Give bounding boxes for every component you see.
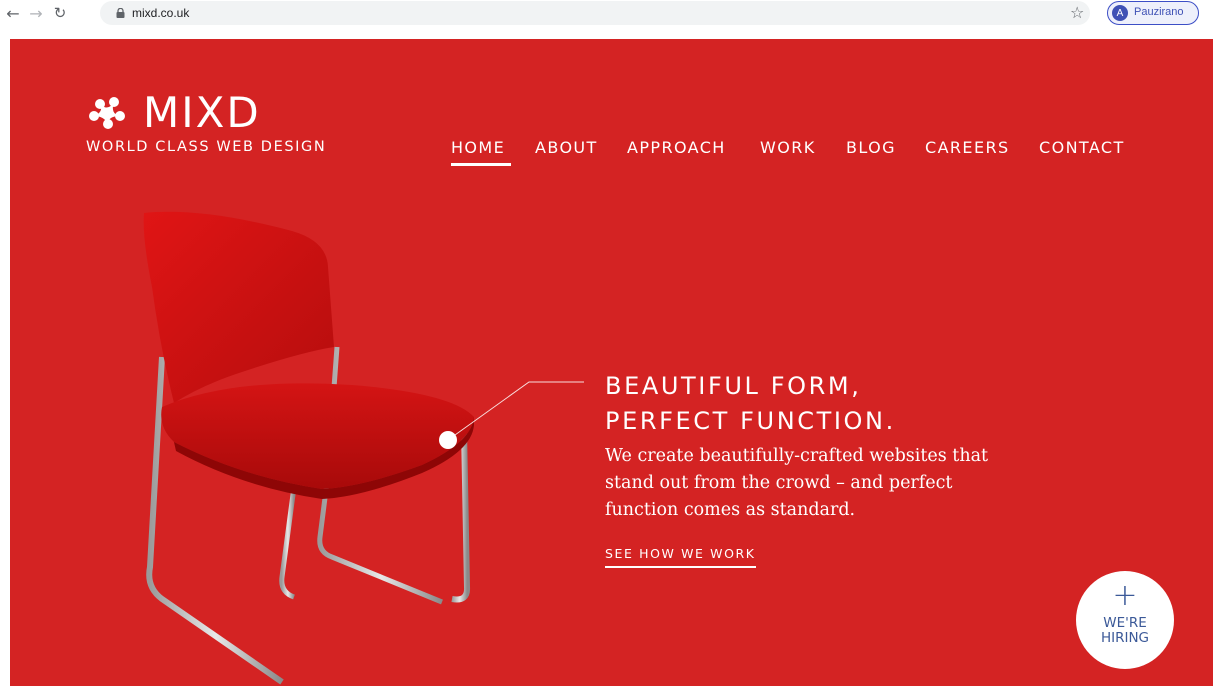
logo-tagline: WORLD CLASS WEB DESIGN: [86, 139, 327, 155]
active-nav-indicator: [451, 163, 511, 166]
forward-arrow-icon[interactable]: →: [26, 3, 46, 23]
nav-blog[interactable]: BLOG: [846, 138, 896, 157]
address-bar[interactable]: mixd.co.uk: [100, 1, 1090, 25]
bookmark-star-icon[interactable]: ☆: [1070, 3, 1084, 22]
avatar: A: [1112, 5, 1128, 21]
hiring-badge[interactable]: + WE'RE HIRING: [1076, 571, 1174, 669]
lock-icon: [116, 8, 125, 18]
nav-careers[interactable]: CAREERS: [925, 138, 1010, 157]
nav-work[interactable]: WORK: [760, 138, 816, 157]
plus-icon: +: [1112, 578, 1138, 613]
back-arrow-icon[interactable]: ←: [3, 3, 23, 23]
logo-text: MIXD: [143, 88, 261, 137]
profile-button[interactable]: A Pauzirano: [1107, 1, 1199, 25]
hiring-line-2: HIRING: [1100, 630, 1150, 646]
hero-heading: BEAUTIFUL FORM, PERFECT FUNCTION.: [605, 369, 896, 439]
hero-section: MIXD WORLD CLASS WEB DESIGN HOME ABOUT A…: [10, 39, 1213, 686]
nav-contact[interactable]: CONTACT: [1039, 138, 1125, 157]
nav-home[interactable]: HOME: [451, 138, 505, 157]
url-text: mixd.co.uk: [132, 6, 190, 20]
hiring-text: WE'RE HIRING: [1076, 616, 1174, 646]
browser-toolbar: ← → ↻ mixd.co.uk ☆ A Pauzirano: [0, 0, 1213, 26]
profile-name: Pauzirano: [1134, 6, 1184, 18]
hero-heading-line-1: BEAUTIFUL FORM,: [605, 372, 862, 400]
nav-about[interactable]: ABOUT: [535, 138, 598, 157]
chair-image: [143, 211, 474, 685]
see-how-we-work-link[interactable]: SEE HOW WE WORK: [605, 546, 756, 568]
logo-mark-icon: [89, 97, 125, 129]
reload-icon[interactable]: ↻: [50, 3, 70, 23]
callout-dot: [439, 431, 457, 449]
hiring-line-1: WE'RE: [1103, 615, 1147, 631]
nav-approach[interactable]: APPROACH: [627, 138, 726, 157]
hero-heading-line-2: PERFECT FUNCTION.: [605, 407, 896, 435]
hero-description: We create beautifully-crafted websites t…: [605, 446, 989, 520]
